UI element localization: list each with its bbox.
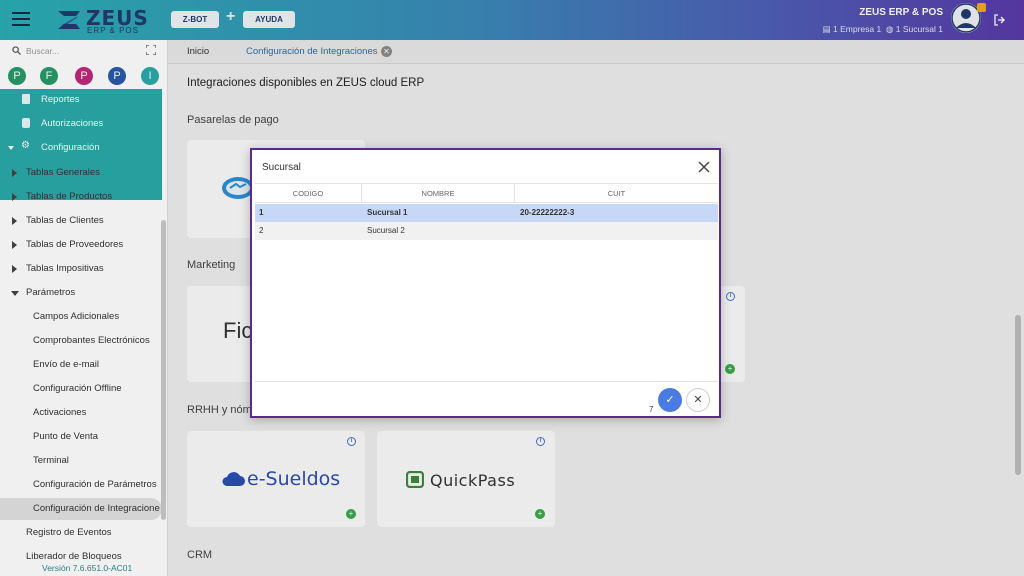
cell-nombre: Sucursal 1 bbox=[367, 208, 408, 217]
cell-codigo: 2 bbox=[259, 226, 264, 235]
cancel-button[interactable]: ✕ bbox=[686, 388, 710, 412]
check-icon: ✓ bbox=[665, 394, 675, 406]
column-header-nombre[interactable]: NOMBRE bbox=[362, 184, 515, 203]
close-icon[interactable] bbox=[698, 161, 710, 173]
sucursal-modal: Sucursal CODIGO NOMBRE CUIT 1 Sucursal 1… bbox=[250, 148, 721, 418]
modal-footer-divider bbox=[255, 381, 718, 382]
column-header-cuit[interactable]: CUIT bbox=[515, 184, 718, 203]
table-row[interactable]: 1 Sucursal 1 20-22222222-3 bbox=[255, 204, 718, 222]
cell-codigo: 1 bbox=[259, 208, 264, 217]
table-header: CODIGO NOMBRE CUIT bbox=[255, 184, 718, 203]
close-icon: ✕ bbox=[693, 394, 703, 406]
table-row[interactable]: 2 Sucursal 2 bbox=[255, 222, 718, 240]
confirm-button[interactable]: ✓ bbox=[658, 388, 682, 412]
sucursal-table: CODIGO NOMBRE CUIT 1 Sucursal 1 20-22222… bbox=[255, 183, 718, 383]
record-count: 7 bbox=[649, 405, 654, 414]
column-header-codigo[interactable]: CODIGO bbox=[255, 184, 362, 203]
modal-title: Sucursal bbox=[262, 162, 301, 173]
cell-cuit: 20-22222222-3 bbox=[520, 208, 575, 217]
cell-nombre: Sucursal 2 bbox=[367, 226, 405, 235]
